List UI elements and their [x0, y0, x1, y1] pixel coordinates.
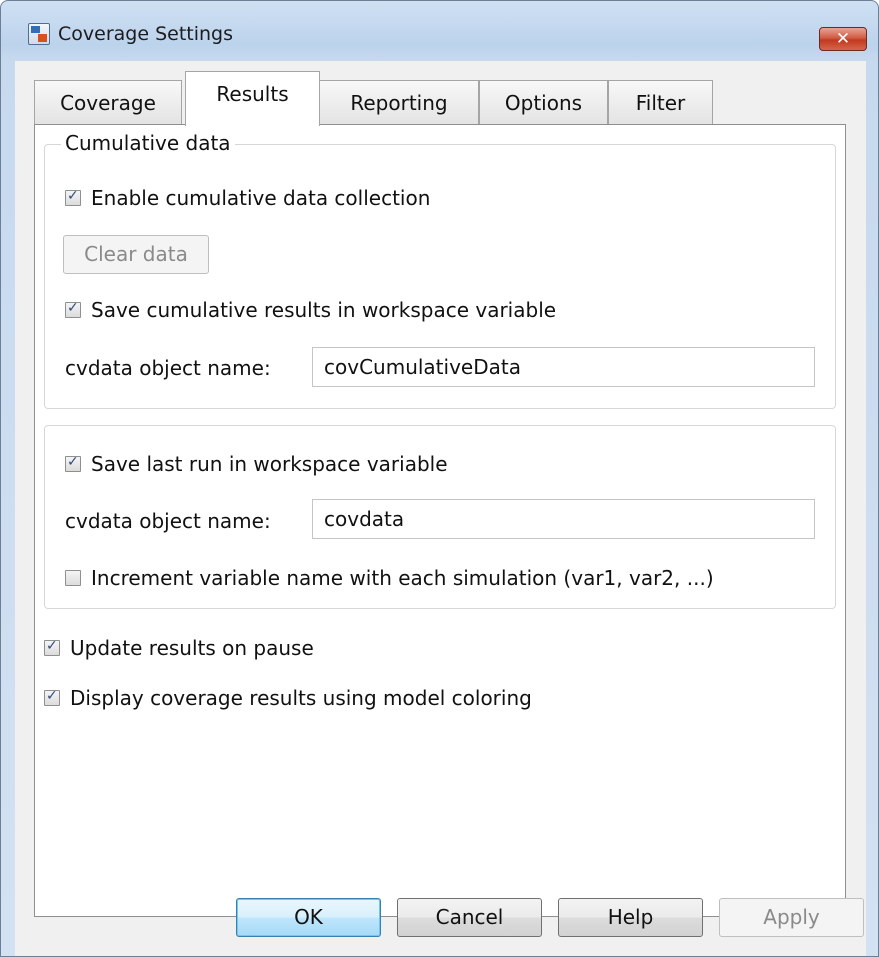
- model-coloring-row[interactable]: Display coverage results using model col…: [44, 686, 532, 710]
- title-bar: Coverage Settings ✕: [1, 1, 878, 51]
- last-run-name-label: cvdata object name:: [65, 509, 271, 533]
- last-run-name-label-row: cvdata object name:: [65, 509, 271, 533]
- increment-name-label: Increment variable name with each simula…: [91, 566, 714, 590]
- tab-coverage[interactable]: Coverage: [34, 80, 182, 125]
- simulink-model-icon: [28, 23, 50, 45]
- save-cumulative-checkbox[interactable]: [65, 300, 81, 318]
- model-coloring-label: Display coverage results using model col…: [70, 686, 532, 710]
- cancel-button[interactable]: Cancel: [397, 898, 542, 937]
- clear-data-button[interactable]: Clear data: [63, 235, 209, 274]
- cumulative-name-label-row: cvdata object name:: [65, 356, 271, 380]
- tab-reporting[interactable]: Reporting: [319, 80, 479, 125]
- save-last-run-label: Save last run in workspace variable: [91, 452, 448, 476]
- update-on-pause-row[interactable]: Update results on pause: [44, 636, 314, 660]
- model-coloring-checkbox[interactable]: [44, 688, 60, 706]
- save-last-run-checkbox[interactable]: [65, 454, 81, 472]
- increment-name-checkbox[interactable]: [65, 570, 81, 586]
- enable-cumulative-checkbox[interactable]: [65, 188, 81, 206]
- update-on-pause-checkbox[interactable]: [44, 638, 60, 656]
- apply-button[interactable]: Apply: [719, 898, 864, 937]
- save-cumulative-label: Save cumulative results in workspace var…: [91, 298, 557, 322]
- window-title: Coverage Settings: [58, 23, 233, 45]
- last-run-name-input[interactable]: covdata: [312, 499, 815, 539]
- save-last-run-row[interactable]: Save last run in workspace variable: [65, 452, 448, 476]
- increment-name-row[interactable]: Increment variable name with each simula…: [65, 566, 714, 590]
- cumulative-name-label: cvdata object name:: [65, 356, 271, 380]
- tab-options[interactable]: Options: [479, 80, 608, 125]
- cumulative-data-legend: Cumulative data: [61, 131, 235, 155]
- update-on-pause-label: Update results on pause: [70, 636, 314, 660]
- tab-filter[interactable]: Filter: [608, 80, 713, 125]
- close-button[interactable]: ✕: [819, 27, 867, 51]
- tab-results[interactable]: Results: [185, 71, 320, 126]
- ok-button[interactable]: OK: [236, 898, 381, 937]
- coverage-settings-dialog: Coverage Settings ✕ Coverage Results Rep…: [0, 0, 879, 957]
- cumulative-name-input[interactable]: covCumulativeData: [312, 347, 815, 387]
- save-cumulative-row[interactable]: Save cumulative results in workspace var…: [65, 298, 556, 322]
- help-button[interactable]: Help: [558, 898, 703, 937]
- enable-cumulative-row[interactable]: Enable cumulative data collection: [65, 186, 430, 210]
- enable-cumulative-label: Enable cumulative data collection: [91, 186, 431, 210]
